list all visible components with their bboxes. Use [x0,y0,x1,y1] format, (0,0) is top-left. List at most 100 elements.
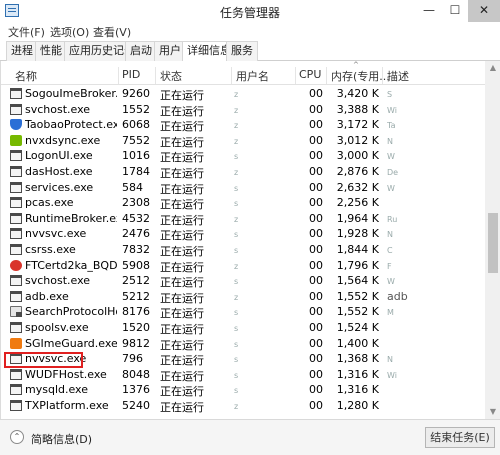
column-header-memory[interactable]: 内存(专用... [331,68,390,84]
process-row[interactable]: SogouImeBroker.e... 9260 正在运行 z 00 3,420 K S [1,86,485,102]
menu-view[interactable]: 查看(V) [93,24,131,40]
process-row[interactable]: TaobaoProtect.exe 6068 正在运行 z 00 3,172 K Ta [1,117,485,133]
window-icon [10,212,22,224]
process-status: 正在运行 [160,198,204,212]
process-name: WUDFHost.exe [25,367,107,381]
process-memory: 1,552 K [336,305,379,319]
tab-processes[interactable]: 进程 [6,41,38,61]
title-bar: 任务管理器 — ☐ ✕ [0,0,500,22]
process-cpu: 00 [309,367,323,381]
process-row[interactable]: nvvsvc.exe 2476 正在运行 s 00 1,928 K N [1,226,485,242]
process-pid: 5908 [122,258,150,272]
process-cpu: 00 [309,211,323,225]
process-row[interactable]: WUDFHost.exe 8048 正在运行 s 00 1,316 K Wi [1,367,485,383]
process-row[interactable]: services.exe 584 正在运行 s 00 2,632 K W [1,180,485,196]
process-row[interactable]: dasHost.exe 1784 正在运行 z 00 2,876 K De [1,164,485,180]
menu-file[interactable]: 文件(F) [8,24,45,40]
process-description: N [387,136,393,146]
process-pid: 2476 [122,227,150,241]
process-description: W [387,183,395,193]
scroll-up-icon[interactable]: ▲ [485,61,500,75]
process-row[interactable]: LogonUI.exe 1016 正在运行 s 00 3,000 K W [1,148,485,164]
process-name: SogouImeBroker.e... [25,87,117,100]
column-header-description[interactable]: 描述 [387,68,409,84]
process-pid: 584 [122,180,143,194]
process-cpu: 00 [309,258,323,272]
process-pid: 1016 [122,149,150,163]
process-status: 正在运行 [160,276,204,290]
process-name: nvvsvc.exe [25,227,87,241]
process-memory: 1,844 K [336,243,379,256]
process-row[interactable]: nvxdsync.exe 7552 正在运行 z 00 3,012 K N [1,133,485,149]
end-task-button[interactable]: 结束任务(E) [425,427,495,448]
column-divider[interactable] [155,67,156,84]
process-row[interactable]: RuntimeBroker.exe 4532 正在运行 z 00 1,964 K Ru [1,211,485,227]
process-row[interactable]: pcas.exe 2308 正在运行 s 00 2,256 K [1,195,485,211]
process-row[interactable]: spoolsv.exe 1520 正在运行 s 00 1,524 K [1,320,485,336]
scroll-down-icon[interactable]: ▼ [485,405,500,419]
column-header-cpu[interactable]: CPU [299,68,321,81]
process-description: adb [387,289,408,303]
close-button[interactable]: ✕ [468,0,500,22]
collapse-chevron-icon[interactable]: ⌃ [10,430,24,444]
column-divider[interactable] [326,67,327,84]
process-cpu: 00 [309,133,323,147]
process-status: 正在运行 [160,167,204,180]
maximize-button[interactable]: ☐ [442,0,468,22]
vertical-scrollbar[interactable]: ▲ ▼ [485,61,500,419]
minimize-button[interactable]: — [416,0,442,22]
process-memory: 1,316 K [336,383,379,397]
tab-services[interactable]: 服务 [226,41,258,61]
process-row[interactable]: SGImeGuard.exe 9812 正在运行 s 00 1,400 K [1,336,485,352]
column-header-status[interactable]: 状态 [160,68,182,84]
column-header-name[interactable]: 名称 [15,68,37,84]
tab-startup[interactable]: 启动 [125,41,157,61]
column-divider[interactable] [231,67,232,84]
process-row[interactable]: SearchProtocolHo... 8176 正在运行 s 00 1,552 K M [1,304,485,320]
process-description: N [387,230,393,240]
process-pid: 5212 [122,289,150,303]
process-name: svchost.exe [25,102,91,116]
process-status: 正在运行 [160,338,204,352]
process-pid: 796 [122,352,143,366]
process-user: z [234,136,239,146]
process-status: 正在运行 [160,104,204,118]
window-icon [10,400,22,411]
menu-options[interactable]: 选项(O) [50,24,89,40]
column-divider[interactable] [118,67,119,84]
process-row[interactable]: TXPlatform.exe 5240 正在运行 z 00 1,280 K [1,398,485,414]
process-user: z [234,90,239,99]
process-name: SGImeGuard.exe [25,336,117,350]
fewer-details-link[interactable]: 简略信息(D) [31,431,92,447]
scrollbar-thumb[interactable] [488,213,498,273]
process-status: 正在运行 [160,307,204,321]
column-headers: 名称 PID 状态 用户名 CPU ^ 内存(专用... 描述 [1,61,485,85]
column-header-pid[interactable]: PID [122,68,140,81]
process-memory: 1,796 K [336,258,379,272]
process-memory: 3,000 K [336,149,379,163]
process-memory: 1,316 K [336,367,379,381]
process-cpu: 00 [309,227,323,241]
process-pid: 9812 [122,336,150,350]
process-name: dasHost.exe [25,165,93,178]
process-row[interactable]: adb.exe 5212 正在运行 z 00 1,552 K adb [1,289,485,305]
column-header-user[interactable]: 用户名 [236,68,269,84]
tab-bar: 进程 性能 应用历史记录 启动 用户 详细信息 服务 [0,40,500,62]
process-description: M [387,308,394,318]
tab-performance[interactable]: 性能 [35,41,67,61]
process-status: 正在运行 [160,260,204,274]
process-cpu: 00 [309,102,323,116]
process-row[interactable]: csrss.exe 7832 正在运行 s 00 1,844 K C [1,242,485,258]
process-description: S [387,90,393,99]
process-cpu: 00 [309,243,323,256]
process-row[interactable]: FTCertd2ka_BQD.e... 5908 正在运行 z 00 1,796 K F [1,258,485,274]
process-memory: 2,256 K [336,196,379,210]
column-divider[interactable] [295,67,296,84]
process-memory: 1,400 K [336,336,379,350]
process-name: SearchProtocolHo... [25,305,117,319]
column-divider[interactable] [382,67,383,84]
process-row[interactable]: svchost.exe 2512 正在运行 s 00 1,564 K W [1,273,485,289]
window-icon [10,88,22,99]
process-row[interactable]: svchost.exe 1552 正在运行 z 00 3,388 K Wi [1,102,485,118]
process-row[interactable]: mysqld.exe 1376 正在运行 s 00 1,316 K [1,382,485,398]
